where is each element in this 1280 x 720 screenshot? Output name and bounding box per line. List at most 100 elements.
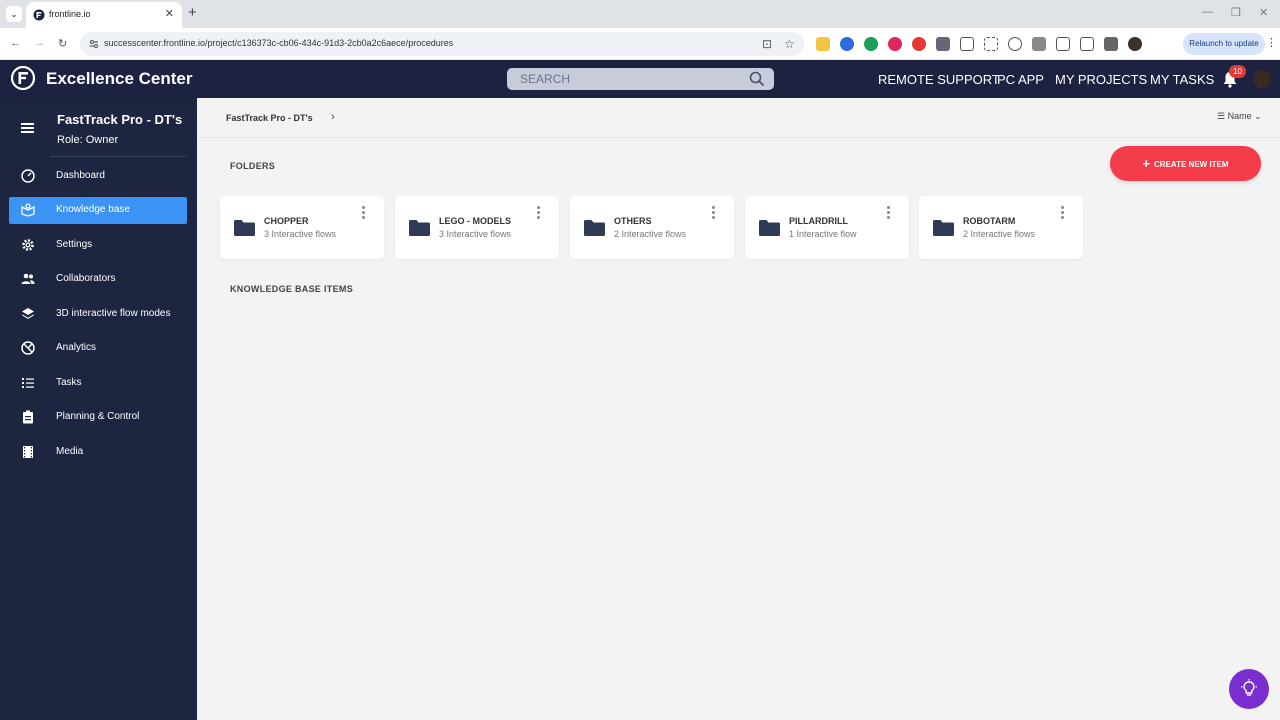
- folder-icon: [409, 220, 430, 236]
- project-role: Role: Owner: [57, 134, 119, 146]
- clipboard-icon: [23, 410, 33, 424]
- knowledge-base-items-heading: KNOWLEDGE BASE ITEMS: [230, 284, 354, 294]
- nav-my-tasks[interactable]: MY TASKS: [1150, 72, 1214, 87]
- extensions-puzzle-icon[interactable]: [960, 37, 974, 51]
- browser-tab[interactable]: frontline.io ✕: [26, 2, 182, 28]
- forward-icon[interactable]: →: [34, 37, 45, 49]
- sidebar-item-dashboard[interactable]: Dashboard: [9, 163, 187, 190]
- sidebar-item-label: Collaborators: [56, 273, 116, 284]
- folder-name: LEGO - MODELS: [439, 216, 511, 226]
- list-icon: ☰: [1217, 111, 1226, 121]
- sidebar-item-media[interactable]: Media: [9, 439, 187, 466]
- settings-icon: [22, 239, 34, 251]
- layers-icon: [22, 308, 34, 319]
- reading-list-icon[interactable]: [1104, 37, 1118, 51]
- chevron-right-icon: ›: [331, 111, 335, 123]
- folder-flow-count: 3 Interactive flows: [264, 229, 337, 239]
- minimize-icon[interactable]: —: [1202, 6, 1213, 18]
- install-app-icon[interactable]: ⊡: [762, 37, 772, 51]
- sidebar-item-label: Tasks: [56, 377, 82, 388]
- sidebar-item-label: Media: [56, 446, 84, 457]
- folder-menu-icon[interactable]: [712, 206, 716, 220]
- sidebar-item-label: Settings: [56, 239, 93, 250]
- sidebar-item-collaborators[interactable]: Collaborators: [9, 266, 187, 293]
- user-avatar[interactable]: [1253, 70, 1271, 88]
- search-input[interactable]: SEARCH: [507, 68, 774, 90]
- sidebar-item-label: 3D interactive flow modes: [56, 308, 171, 319]
- restore-icon[interactable]: ❐: [1231, 6, 1241, 19]
- folder-icon: [584, 220, 605, 236]
- search-placeholder: SEARCH: [520, 72, 571, 86]
- app-header: Excellence Center SEARCH REMOTE SUPPORT …: [0, 60, 1280, 98]
- folder-flow-count: 2 Interactive flows: [963, 229, 1036, 239]
- relaunch-button[interactable]: Relaunch to update: [1183, 33, 1265, 55]
- new-tab-icon[interactable]: +: [188, 5, 197, 21]
- folder-menu-icon[interactable]: [1061, 206, 1065, 220]
- breadcrumb: FastTrack Pro - DT's › ☰ Name ⌄: [197, 98, 1280, 138]
- sort-dropdown[interactable]: ☰ Name ⌄: [1217, 111, 1262, 122]
- tab-search-button[interactable]: ⌄: [6, 6, 22, 22]
- extension-icon[interactable]: [864, 37, 878, 51]
- extension-icon[interactable]: [936, 37, 950, 51]
- extension-icon[interactable]: [816, 37, 830, 51]
- folder-card-others[interactable]: OTHERS 2 Interactive flows: [570, 196, 734, 259]
- dashboard-icon: [21, 169, 35, 183]
- bookmark-star-icon[interactable]: ☆: [784, 37, 795, 51]
- sidebar-item-analytics[interactable]: Analytics: [9, 335, 187, 362]
- create-new-item-button[interactable]: + CREATE NEW ITEM: [1110, 146, 1261, 181]
- nav-my-projects[interactable]: MY PROJECTS: [1055, 72, 1147, 87]
- folder-name: ROBOTARM: [963, 216, 1016, 226]
- site-info-icon[interactable]: [88, 38, 100, 50]
- folder-card-pillardrill[interactable]: PILLARDRILL 1 Interactive flow: [745, 196, 909, 259]
- tasks-icon: [22, 378, 34, 388]
- extension-icon[interactable]: [984, 37, 998, 51]
- profile-avatar[interactable]: [1128, 37, 1142, 51]
- frontline-favicon-icon: [33, 9, 45, 21]
- folder-menu-icon[interactable]: [887, 206, 891, 220]
- create-new-item-label: CREATE NEW ITEM: [1154, 160, 1229, 169]
- film-icon: [23, 446, 33, 458]
- url-text: successcenter.frontline.io/project/c1363…: [104, 38, 454, 48]
- nav-pc-app[interactable]: PC APP: [997, 72, 1044, 87]
- sidebar-divider: [50, 156, 187, 157]
- reload-icon[interactable]: ↻: [58, 37, 67, 50]
- extension-icon[interactable]: [1080, 37, 1094, 51]
- sidebar-item-tasks[interactable]: Tasks: [9, 370, 187, 397]
- collaborators-icon: [21, 273, 35, 284]
- chevron-down-icon: ⌄: [1254, 111, 1262, 121]
- folder-icon: [759, 220, 780, 236]
- pinterest-extension-icon[interactable]: [888, 37, 902, 51]
- folder-card-robotarm[interactable]: ROBOTARM 2 Interactive flows: [919, 196, 1083, 259]
- frontline-logo-icon[interactable]: [11, 66, 35, 90]
- browser-menu-icon[interactable]: ⋮: [1266, 36, 1277, 49]
- browser-address-bar: ← → ↻ successcenter.frontline.io/project…: [0, 28, 1280, 60]
- folders-heading: FOLDERS: [230, 161, 276, 171]
- folder-card-chopper[interactable]: CHOPPER 3 Interactive flows: [220, 196, 384, 259]
- app-title: Excellence Center: [46, 69, 193, 88]
- url-field[interactable]: successcenter.frontline.io/project/c1363…: [80, 32, 804, 56]
- folder-name: PILLARDRILL: [789, 216, 848, 226]
- sidebar: FastTrack Pro - DT's Role: Owner Dashboa…: [0, 98, 197, 720]
- help-fab-button[interactable]: [1229, 669, 1269, 709]
- folder-card-lego-models[interactable]: LEGO - MODELS 3 Interactive flows: [395, 196, 559, 259]
- search-icon[interactable]: [749, 71, 765, 87]
- back-icon[interactable]: ←: [10, 37, 21, 49]
- extension-icon[interactable]: [1008, 37, 1022, 51]
- tab-title: frontline.io: [49, 9, 91, 19]
- close-window-icon[interactable]: ✕: [1259, 6, 1268, 19]
- menu-hamburger-icon[interactable]: [21, 123, 34, 133]
- sidebar-item-3d-flow-modes[interactable]: 3D interactive flow modes: [9, 301, 187, 328]
- translate-icon[interactable]: [1032, 37, 1046, 51]
- extension-icon[interactable]: [1056, 37, 1070, 51]
- tab-close-icon[interactable]: ✕: [165, 7, 174, 20]
- sidebar-item-label: Analytics: [56, 342, 97, 353]
- sidebar-item-knowledge-base[interactable]: Knowledge base: [9, 197, 187, 224]
- sidebar-item-planning-control[interactable]: Planning & Control: [9, 404, 187, 431]
- sidebar-item-settings[interactable]: Settings: [9, 232, 187, 259]
- record-extension-icon[interactable]: [912, 37, 926, 51]
- folder-menu-icon[interactable]: [362, 206, 366, 220]
- breadcrumb-project[interactable]: FastTrack Pro - DT's: [226, 113, 313, 123]
- folder-menu-icon[interactable]: [537, 206, 541, 220]
- nav-remote-support[interactable]: REMOTE SUPPORT: [878, 72, 1000, 87]
- extension-icon[interactable]: [840, 37, 854, 51]
